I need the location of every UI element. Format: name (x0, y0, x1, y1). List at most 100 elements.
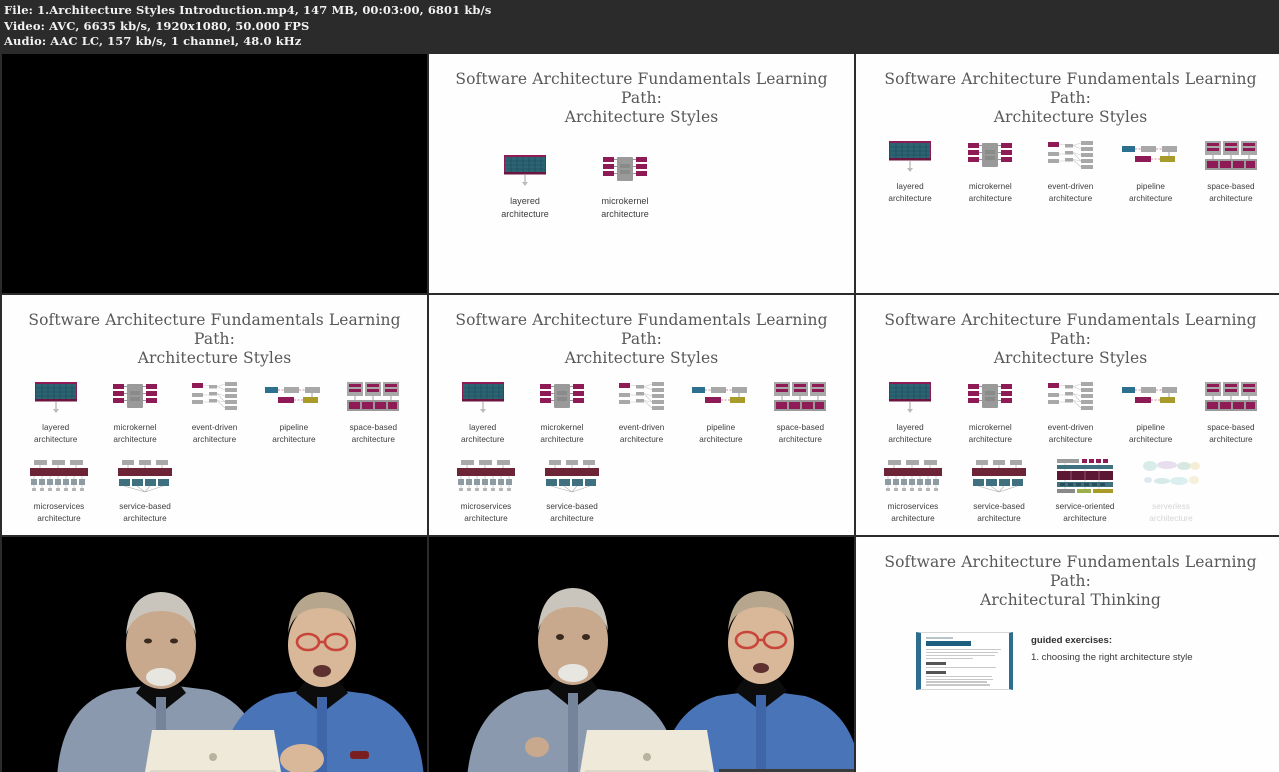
slide-content: Software Architecture Fundamentals Learn… (429, 295, 854, 535)
style-label-pipeline: pipeline architecture (272, 423, 316, 444)
slide-thumbnail-6[interactable]: Software Architecture Fundamentals Learn… (856, 295, 1279, 535)
style-label-event-driven: event-driven architecture (1047, 423, 1094, 444)
event-driven-architecture-icon (1046, 135, 1096, 177)
slide-title: Software Architecture Fundamentals Learn… (856, 537, 1279, 610)
architecture-styles-container: layered architecture microkernel archite… (2, 368, 427, 524)
style-label-pipeline: pipeline architecture (699, 423, 743, 444)
style-item-event-driven: event-driven architecture (175, 376, 254, 445)
style-item-microkernel: microkernel architecture (522, 376, 601, 445)
screenshot-root: File: 1.Architecture Styles Introduction… (0, 0, 1279, 772)
slide-thumbnail-5[interactable]: Software Architecture Fundamentals Learn… (429, 295, 854, 535)
style-label-service-based: service-based architecture (973, 502, 1025, 523)
slide-title: Software Architecture Fundamentals Learn… (2, 295, 427, 368)
pipeline-architecture-icon (691, 376, 751, 418)
slide-content: Software Architecture Fundamentals Learn… (856, 537, 1279, 772)
architecture-styles-row-1: layered architecture microkernel archite… (870, 376, 1271, 445)
service-based-architecture-icon (970, 455, 1028, 497)
slide-title-line1: Software Architecture Fundamentals Learn… (884, 311, 1257, 348)
doc-subheading-1 (926, 662, 947, 665)
style-item-service-based: service-based architecture (529, 455, 615, 524)
style-item-event-driven: event-driven architecture (1030, 135, 1110, 204)
video-thumbnail-7[interactable] (2, 537, 427, 772)
space-based-architecture-icon (1203, 376, 1259, 418)
pipeline-architecture-icon (1121, 135, 1181, 177)
layered-architecture-icon (31, 376, 81, 418)
doc-title (926, 641, 972, 646)
architecture-styles-container: layered architecture microkernel archite… (429, 127, 854, 221)
doc-subheading-3 (926, 688, 947, 689)
slide-title: Software Architecture Fundamentals Learn… (856, 295, 1279, 368)
slide-thumbnail-9[interactable]: Software Architecture Fundamentals Learn… (856, 537, 1279, 772)
style-label-pipeline: pipeline architecture (1129, 423, 1173, 444)
slide-content: Software Architecture Fundamentals Learn… (429, 54, 854, 293)
style-item-layered: layered architecture (475, 149, 575, 221)
style-item-space-based: space-based architecture (334, 376, 413, 445)
style-label-layered: layered architecture (501, 196, 549, 219)
style-item-layered: layered architecture (870, 135, 950, 204)
style-item-pipeline: pipeline architecture (1111, 135, 1191, 204)
microkernel-architecture-icon (110, 376, 160, 418)
style-label-event-driven: event-driven architecture (1047, 182, 1094, 203)
style-label-layered: layered architecture (461, 423, 505, 444)
style-item-microkernel: microkernel architecture (950, 376, 1030, 445)
space-based-architecture-icon (772, 376, 828, 418)
slide-thumbnail-3[interactable]: Software Architecture Fundamentals Learn… (856, 54, 1279, 293)
style-label-space-based: space-based architecture (1207, 423, 1255, 444)
style-label-space-based: space-based architecture (776, 423, 825, 444)
event-driven-architecture-icon (617, 376, 667, 418)
slide-title: Software Architecture Fundamentals Learn… (856, 54, 1279, 127)
slide-content: Software Architecture Fundamentals Learn… (2, 295, 427, 535)
style-item-microkernel: microkernel architecture (575, 149, 675, 221)
microservices-architecture-icon (882, 455, 944, 497)
architecture-styles-row-1: layered architecture microkernel archite… (443, 135, 840, 221)
service-based-architecture-icon (543, 455, 601, 497)
style-item-layered: layered architecture (16, 376, 95, 445)
architecture-styles-container: layered architecture microkernel archite… (856, 368, 1279, 524)
video-frame (429, 537, 854, 772)
style-label-service-oriented: service-oriented architecture (1055, 502, 1115, 523)
style-label-event-driven: event-driven architecture (191, 423, 238, 444)
layered-architecture-icon (885, 135, 935, 177)
style-item-layered: layered architecture (443, 376, 522, 445)
slide-title-line2: Architecture Styles (564, 349, 719, 367)
slide-content: Software Architecture Fundamentals Learn… (856, 295, 1279, 535)
video-frame (2, 537, 427, 772)
style-label-layered: layered architecture (34, 423, 78, 444)
style-item-space-based: space-based architecture (1191, 376, 1271, 445)
slide-thumbnail-4[interactable]: Software Architecture Fundamentals Learn… (2, 295, 427, 535)
style-label-space-based: space-based architecture (349, 423, 398, 444)
microkernel-architecture-icon (965, 376, 1015, 418)
style-item-space-based: space-based architecture (1191, 135, 1271, 204)
architecture-styles-container: layered architecture microkernel archite… (856, 127, 1279, 204)
style-label-microkernel: microkernel architecture (540, 423, 584, 444)
slide-title-line1: Software Architecture Fundamentals Learn… (884, 70, 1257, 107)
presenters-illustration (2, 537, 427, 772)
guided-exercises-heading: guided exercises: (1031, 635, 1113, 646)
style-item-event-driven: event-driven architecture (602, 376, 681, 445)
style-label-microkernel: microkernel architecture (113, 423, 157, 444)
doc-subheading-2 (926, 671, 947, 674)
serverless-architecture-icon (1142, 455, 1200, 497)
style-item-pipeline: pipeline architecture (1111, 376, 1191, 445)
video-thumbnail-8[interactable] (429, 537, 854, 772)
style-label-serverless: serverless architecture (1149, 502, 1193, 523)
guided-exercises-text: guided exercises: 1. choosing the right … (1031, 632, 1193, 665)
style-label-microkernel: microkernel architecture (968, 423, 1012, 444)
style-item-pipeline: pipeline architecture (254, 376, 333, 445)
architecture-styles-row-1: layered architecture microkernel archite… (870, 135, 1271, 204)
slide-title-line1: Software Architecture Fundamentals Learn… (884, 553, 1257, 590)
video-thumbnail-1[interactable] (2, 54, 427, 293)
style-label-service-based: service-based architecture (119, 502, 171, 523)
slide-thumbnail-2[interactable]: Software Architecture Fundamentals Learn… (429, 54, 854, 293)
mediainfo-file-line: File: 1.Architecture Styles Introduction… (4, 3, 492, 17)
slide-title-line2: Architecture Styles (993, 108, 1148, 126)
mediainfo-video-line: Video: AVC, 6635 kb/s, 1920x1080, 50.000… (4, 18, 310, 33)
style-label-service-based: service-based architecture (546, 502, 598, 523)
slide-title: Software Architecture Fundamentals Learn… (429, 295, 854, 368)
doc-supertitle (926, 637, 953, 639)
space-based-architecture-icon (1203, 135, 1259, 177)
event-driven-architecture-icon (1046, 376, 1096, 418)
style-item-service-based: service-based architecture (956, 455, 1042, 524)
microkernel-architecture-icon (537, 376, 587, 418)
mediainfo-audio-line: Audio: AAC LC, 157 kb/s, 1 channel, 48.0… (4, 34, 302, 48)
